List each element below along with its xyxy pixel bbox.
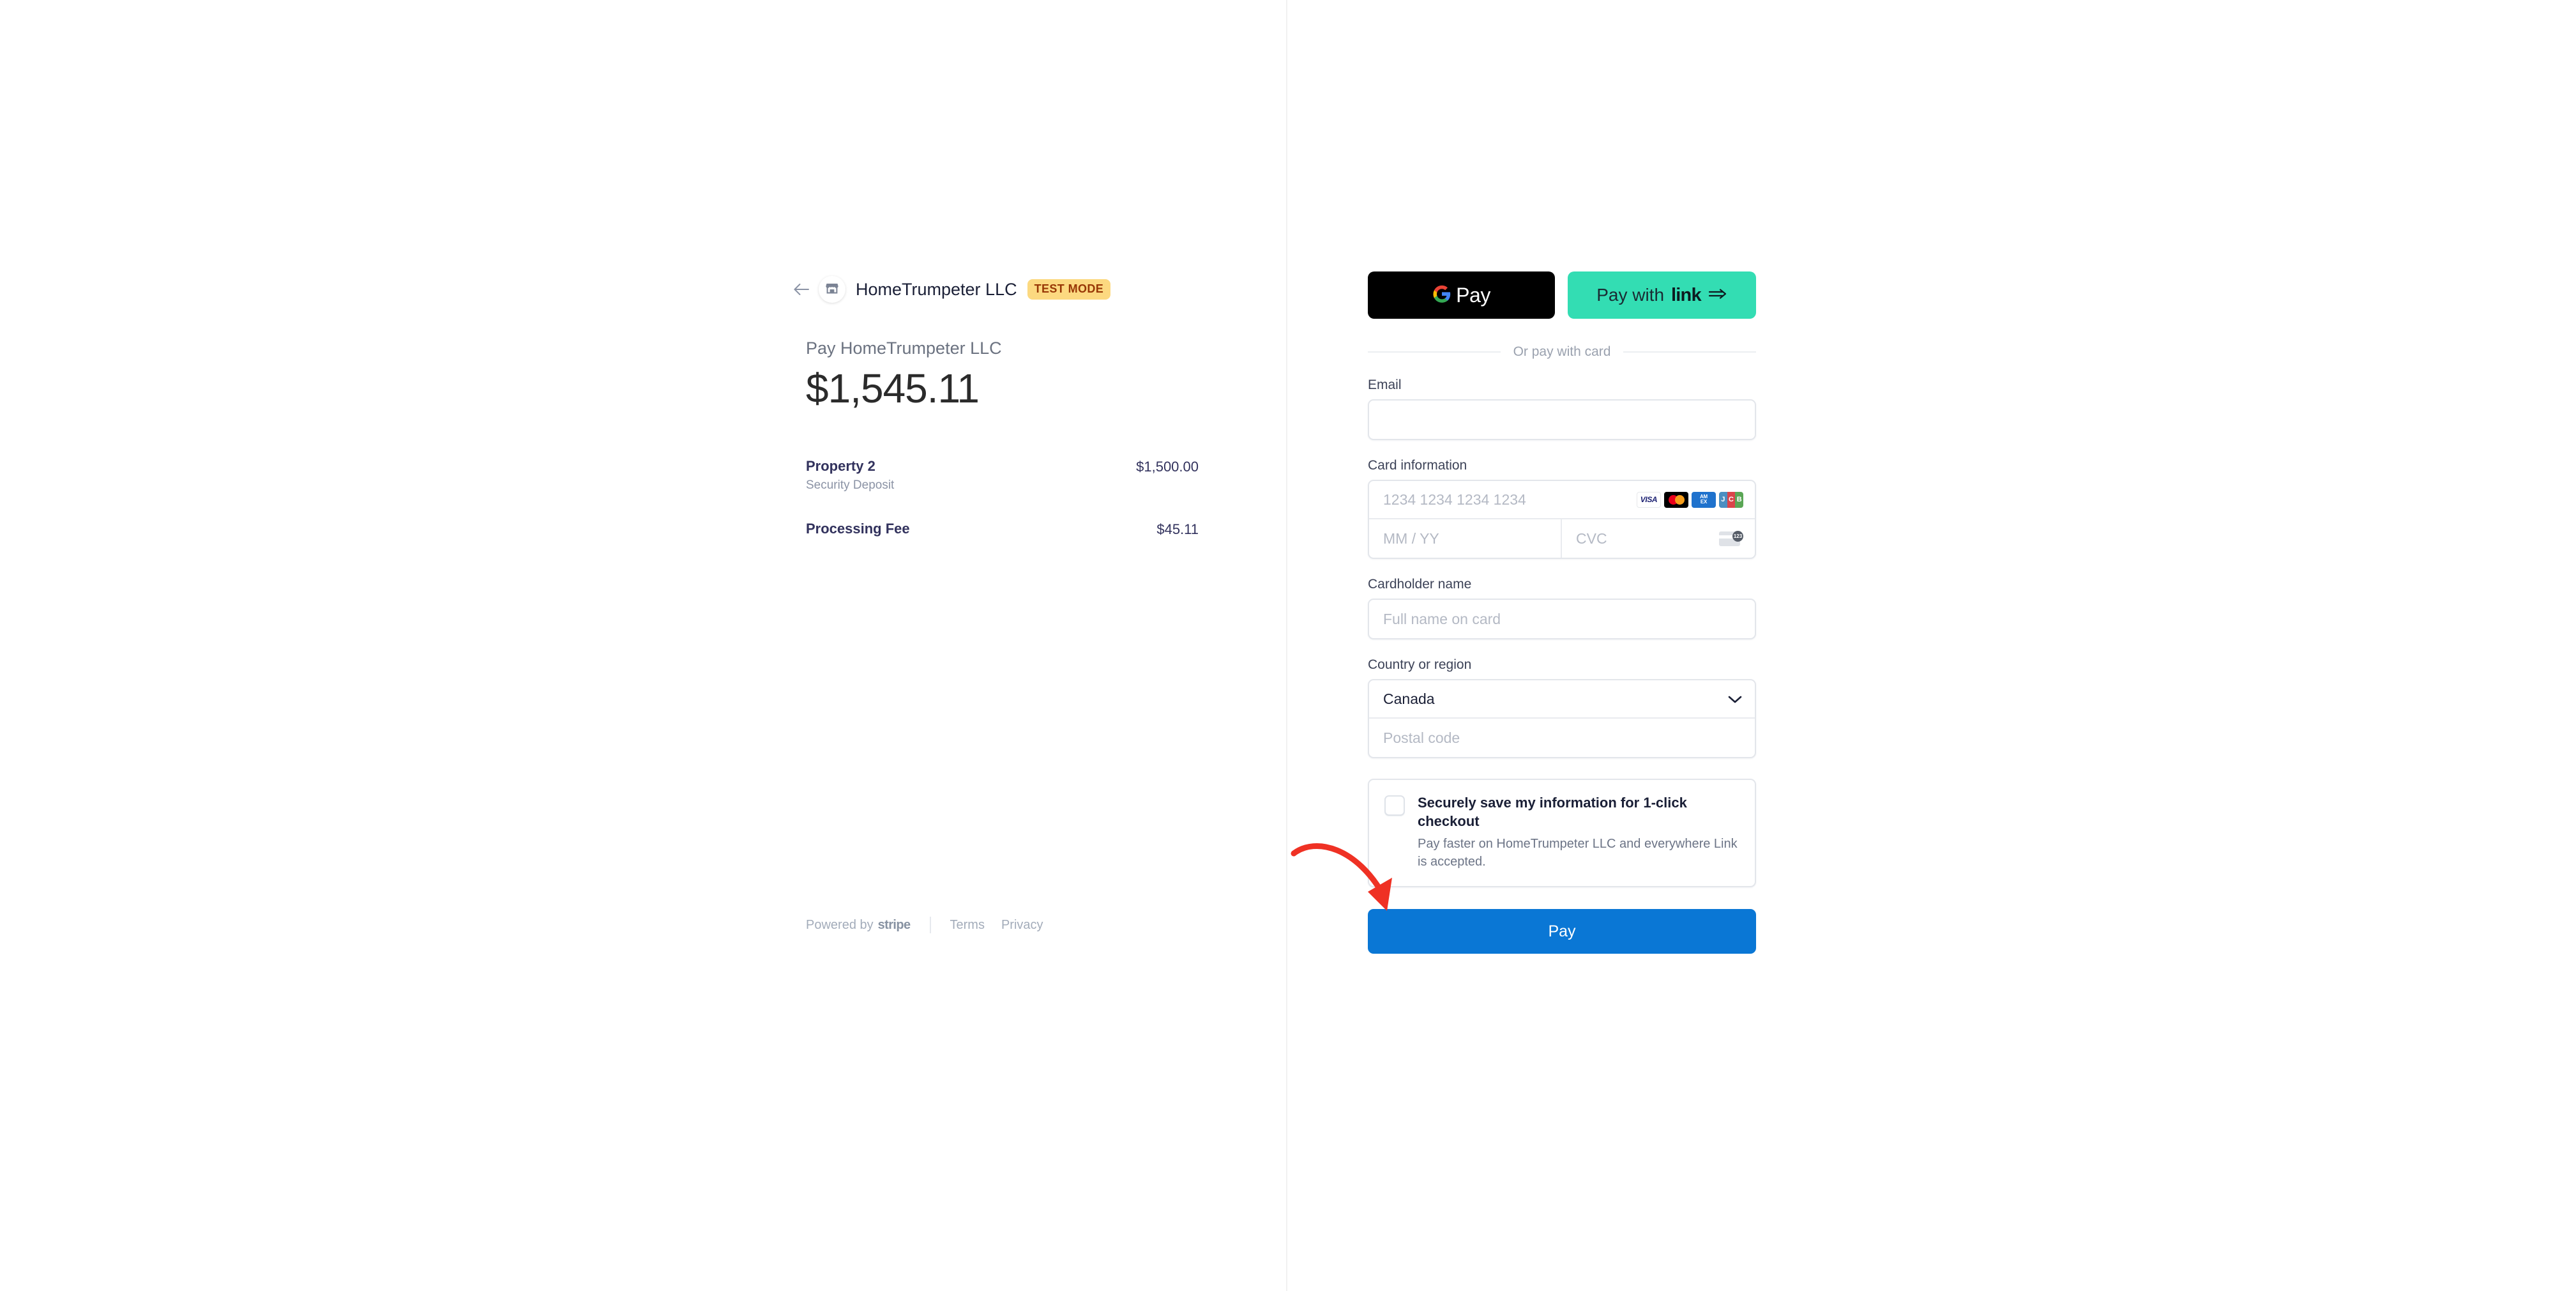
total-amount: $1,545.11 — [806, 365, 980, 411]
wallet-buttons: Pay Pay with link — [1368, 271, 1756, 319]
merchant-avatar — [819, 276, 845, 303]
cardholder-name-group: Cardholder name Full name on card — [1368, 577, 1756, 639]
jcb-icon: J C B — [1719, 491, 1743, 508]
card-number-input[interactable]: 1234 1234 1234 1234 VISA AM EX J C B — [1369, 481, 1755, 519]
card-cvc-input[interactable]: CVC 123 — [1562, 519, 1755, 558]
google-pay-button[interactable]: Pay — [1368, 271, 1555, 319]
save-information-description: Pay faster on HomeTrumpeter LLC and ever… — [1418, 837, 1738, 869]
save-information-title: Securely save my information for 1-click… — [1418, 795, 1687, 829]
google-g-icon — [1432, 284, 1451, 307]
storefront-icon — [825, 281, 839, 298]
pay-with-link-button[interactable]: Pay with link — [1568, 271, 1756, 319]
divider-line-left — [1368, 351, 1501, 353]
country-region-group: Country or region Canada Postal code — [1368, 657, 1756, 758]
cardholder-name-field[interactable]: Full name on card — [1368, 599, 1756, 639]
stripe-wordmark: stripe — [877, 917, 911, 932]
test-mode-badge: TEST MODE — [1027, 279, 1111, 300]
card-expiry-placeholder: MM / YY — [1383, 530, 1439, 547]
cardholder-name-label: Cardholder name — [1368, 577, 1472, 592]
save-information-box: Securely save my information for 1-click… — [1368, 779, 1756, 888]
privacy-link[interactable]: Privacy — [1001, 918, 1043, 933]
chevron-down-icon — [1728, 691, 1742, 708]
card-information-label: Card information — [1368, 458, 1467, 473]
email-field-group: Email — [1368, 378, 1756, 440]
country-postal-composite: Canada Postal code — [1368, 679, 1756, 758]
card-expiry-input[interactable]: MM / YY — [1369, 519, 1562, 558]
pay-with-link-label: Pay with — [1596, 285, 1665, 305]
line-item-amount: $1,500.00 — [1136, 459, 1199, 475]
save-information-checkbox[interactable] — [1384, 795, 1405, 816]
card-information-composite: 1234 1234 1234 1234 VISA AM EX J C B MM … — [1368, 480, 1756, 559]
card-information-group: Card information 1234 1234 1234 1234 VIS… — [1368, 458, 1756, 559]
link-wordmark: link — [1671, 284, 1702, 305]
line-item-subtitle: Security Deposit — [806, 478, 895, 492]
divider-line-right — [1623, 351, 1757, 353]
mastercard-icon — [1664, 491, 1688, 508]
merchant-header: HomeTrumpeter LLC TEST MODE — [794, 275, 1227, 304]
or-pay-with-card-divider: Or pay with card — [1368, 344, 1757, 360]
cvc-card-icon: 123 — [1719, 530, 1743, 547]
google-pay-label: Pay — [1456, 283, 1490, 307]
postal-code-placeholder: Postal code — [1383, 729, 1460, 746]
terms-link[interactable]: Terms — [950, 918, 985, 933]
line-item-amount: $45.11 — [1156, 521, 1199, 537]
panel-divider — [1286, 0, 1287, 1291]
card-brand-icons: VISA AM EX J C B — [1637, 491, 1743, 508]
stripe-checkout-page: HomeTrumpeter LLC TEST MODE Pay HomeTrum… — [0, 0, 2576, 1291]
footer: Powered by stripe Terms Privacy — [806, 917, 1043, 933]
country-region-label: Country or region — [1368, 657, 1472, 672]
order-summary-panel: HomeTrumpeter LLC TEST MODE Pay HomeTrum… — [794, 275, 1227, 566]
line-item-title: Property 2 — [806, 458, 875, 474]
merchant-name: HomeTrumpeter LLC — [856, 279, 1017, 299]
country-select[interactable]: Canada — [1369, 680, 1755, 719]
amex-icon: AM EX — [1692, 491, 1716, 508]
payment-form-panel: Pay Pay with link Or pay with card Email… — [1368, 271, 1757, 954]
email-label: Email — [1368, 378, 1402, 392]
postal-code-field[interactable]: Postal code — [1369, 719, 1755, 757]
powered-by-label: Powered by — [806, 917, 874, 932]
pay-button[interactable]: Pay — [1368, 909, 1756, 954]
line-items-list: Property 2 Security Deposit $1,500.00 Pr… — [806, 458, 1199, 538]
email-field[interactable] — [1368, 399, 1756, 440]
line-item-title: Processing Fee — [806, 521, 910, 537]
visa-icon: VISA — [1637, 491, 1661, 508]
double-arrow-icon — [1708, 287, 1727, 303]
card-cvc-placeholder: CVC — [1576, 530, 1607, 547]
cardholder-name-placeholder: Full name on card — [1383, 610, 1501, 627]
list-item: Property 2 Security Deposit $1,500.00 — [806, 458, 1199, 493]
card-number-placeholder: 1234 1234 1234 1234 — [1383, 491, 1526, 508]
list-item: Processing Fee $45.11 — [806, 521, 1199, 538]
pay-to-label: Pay HomeTrumpeter LLC — [806, 339, 1002, 358]
divider-label: Or pay with card — [1513, 344, 1611, 359]
powered-by-stripe[interactable]: Powered by stripe — [806, 918, 911, 933]
country-selected-value: Canada — [1383, 690, 1435, 707]
footer-separator — [929, 917, 931, 933]
back-arrow-icon[interactable] — [791, 279, 812, 300]
